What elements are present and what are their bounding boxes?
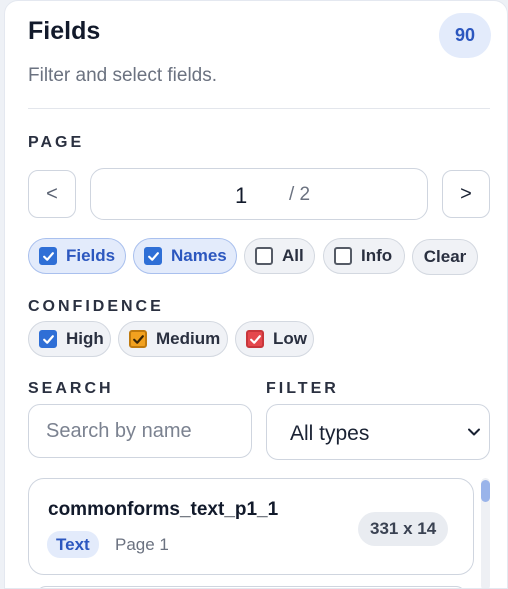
chip-label: Info xyxy=(361,246,393,265)
checkbox-checked-icon[interactable] xyxy=(144,247,162,265)
filter-section-label: FILTER xyxy=(266,380,339,397)
total-pages: / 2 xyxy=(289,184,311,205)
list-scrollbar[interactable] xyxy=(481,478,490,588)
checkbox-unchecked-icon[interactable] xyxy=(334,247,352,265)
panel-subtitle: Filter and select fields. xyxy=(28,65,218,86)
chip-fields[interactable]: Fields xyxy=(28,238,126,274)
confidence-section-label: CONFIDENCE xyxy=(28,298,164,315)
page-number-field[interactable]: 1 / 2 xyxy=(90,168,428,220)
field-count-badge: 90 xyxy=(439,13,491,58)
field-card[interactable]: commonforms_text_p1_1 Text Page 1 331 x … xyxy=(28,478,474,575)
chevron-down-icon xyxy=(468,428,480,436)
current-page-value[interactable]: 1 xyxy=(235,183,247,209)
field-page: Page 1 xyxy=(115,535,169,554)
checkbox-checked-icon[interactable] xyxy=(39,330,57,348)
chip-confidence-medium[interactable]: Medium xyxy=(118,321,228,357)
clear-label: Clear xyxy=(423,247,467,266)
page-section-label: PAGE xyxy=(28,134,85,151)
field-type-badge: Text xyxy=(47,531,99,558)
next-page-button[interactable]: > xyxy=(442,170,490,218)
checkbox-checked-icon[interactable] xyxy=(129,330,147,348)
field-name: commonforms_text_p1_1 xyxy=(48,499,279,520)
clear-button[interactable]: Clear xyxy=(412,239,478,275)
checkbox-checked-icon[interactable] xyxy=(39,247,57,265)
chip-all[interactable]: All xyxy=(244,238,315,274)
field-size-badge: 331 x 14 xyxy=(358,512,449,546)
checkbox-checked-icon[interactable] xyxy=(246,330,264,348)
chip-names[interactable]: Names xyxy=(133,238,237,274)
chevron-left-icon: < xyxy=(46,182,58,205)
chip-label: Medium xyxy=(156,329,221,348)
search-section-label: SEARCH xyxy=(28,380,114,397)
chip-confidence-high[interactable]: High xyxy=(28,321,111,357)
chip-label: Names xyxy=(171,246,227,265)
chip-label: Fields xyxy=(66,246,116,265)
chip-confidence-low[interactable]: Low xyxy=(235,321,314,357)
checkbox-unchecked-icon[interactable] xyxy=(255,247,273,265)
fields-panel: Fields 90 Filter and select fields. PAGE… xyxy=(4,0,508,589)
field-list: commonforms_text_p1_1 Text Page 1 331 x … xyxy=(28,478,490,588)
prev-page-button[interactable]: < xyxy=(28,170,76,218)
filter-selected-value: All types xyxy=(290,422,370,445)
chevron-right-icon: > xyxy=(460,182,472,205)
search-input[interactable] xyxy=(28,404,252,458)
panel-title: Fields xyxy=(28,17,101,45)
scrollbar-thumb[interactable] xyxy=(481,480,490,502)
divider xyxy=(28,108,490,109)
chip-label: All xyxy=(282,246,304,265)
chip-info[interactable]: Info xyxy=(323,238,405,274)
chip-label: Low xyxy=(273,329,307,348)
chip-label: High xyxy=(66,329,104,348)
type-filter-select[interactable]: All types xyxy=(266,404,490,460)
